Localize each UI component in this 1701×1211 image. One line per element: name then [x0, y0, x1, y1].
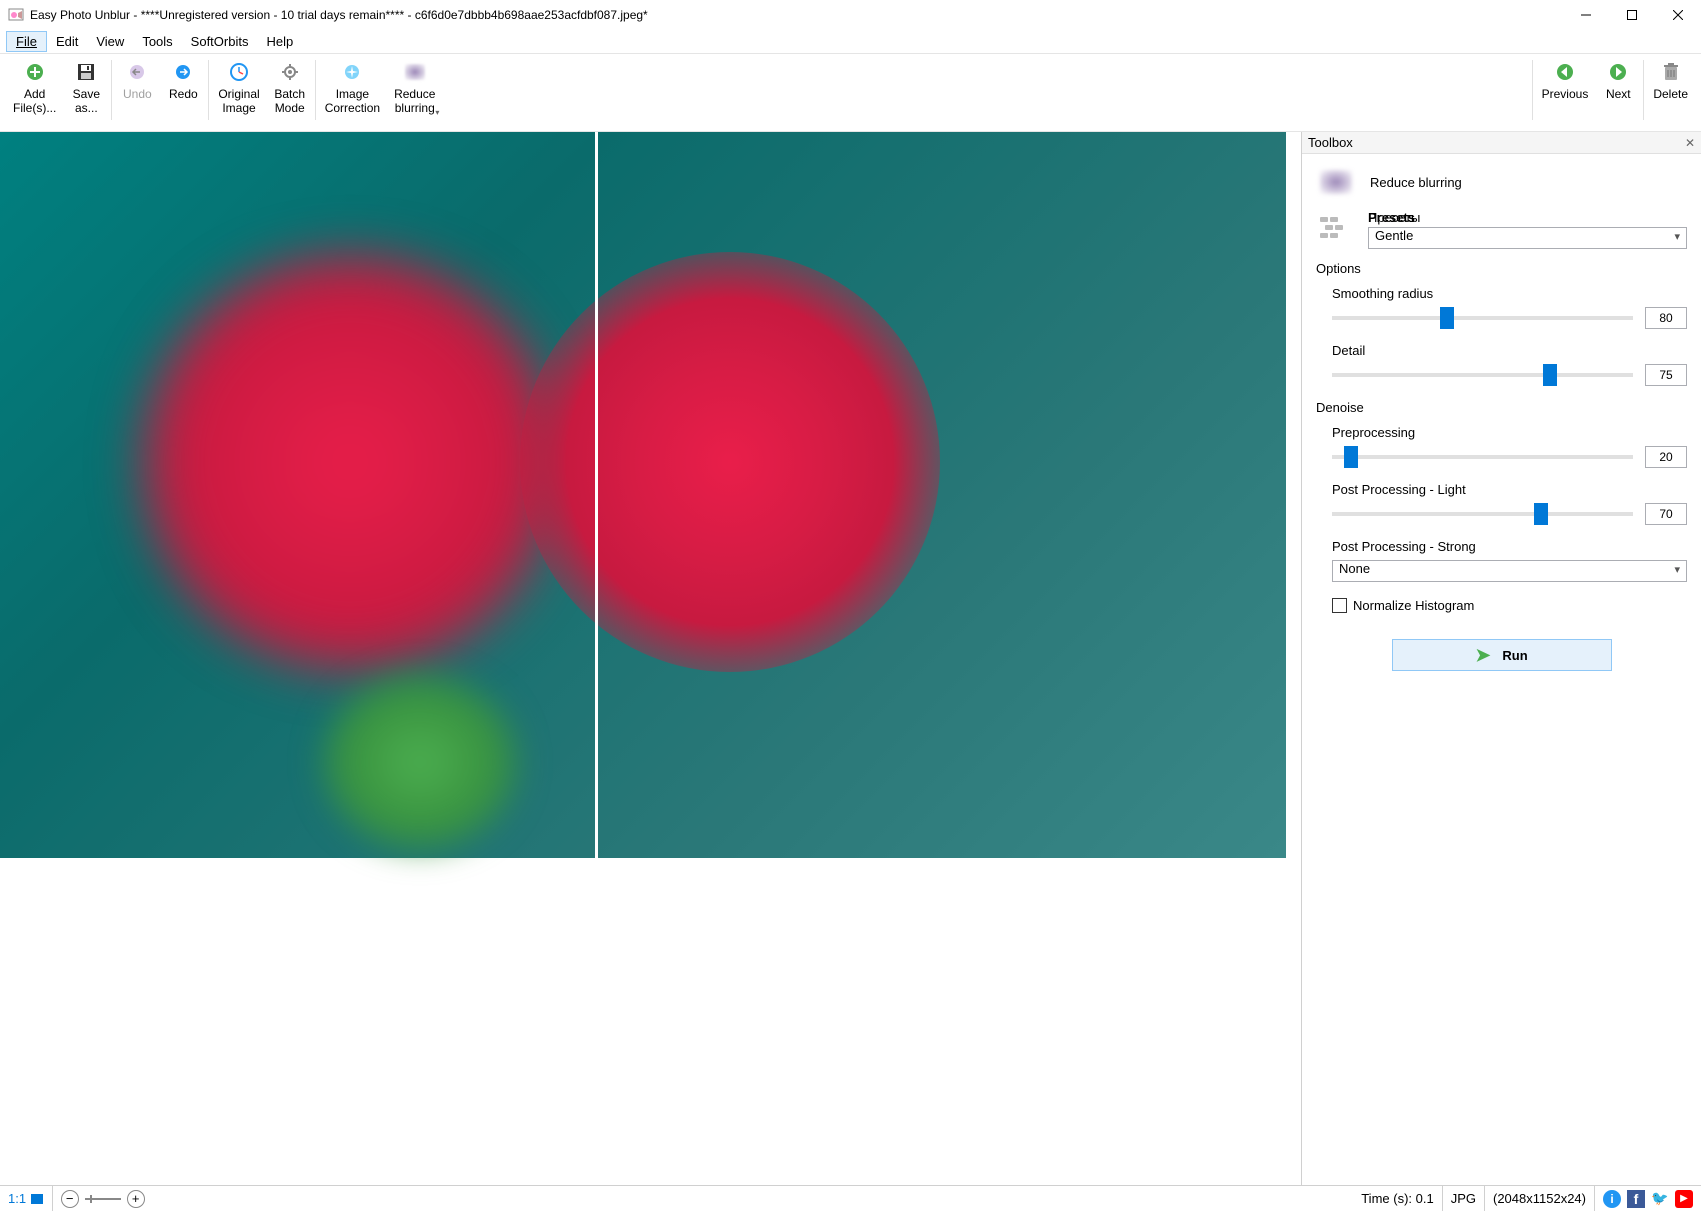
- comparison-divider[interactable]: [595, 132, 598, 858]
- blur-icon: [1320, 170, 1352, 194]
- zoom-out-button[interactable]: −: [61, 1190, 79, 1208]
- status-bar: 1:1 − + Time (s): 0.1 JPG (2048x1152x24)…: [0, 1185, 1701, 1211]
- detail-value[interactable]: 75: [1645, 364, 1687, 386]
- reduce-blurring-button[interactable]: Reduce blurring ▾: [387, 56, 442, 120]
- add-icon: [25, 63, 45, 81]
- previous-icon: [1555, 63, 1575, 81]
- undo-button[interactable]: Undo: [114, 56, 160, 106]
- blur-icon: [405, 64, 425, 80]
- post-light-label: Post Processing - Light: [1332, 482, 1687, 497]
- toolbox-section-title: Reduce blurring: [1370, 175, 1462, 190]
- maximize-button[interactable]: [1609, 0, 1655, 30]
- smoothing-radius-value[interactable]: 80: [1645, 307, 1687, 329]
- batch-mode-button[interactable]: Batch Mode: [267, 56, 313, 120]
- menu-file[interactable]: File: [6, 31, 47, 52]
- post-light-slider[interactable]: [1332, 512, 1633, 516]
- zoom-ratio: 1:1: [8, 1191, 26, 1206]
- smoothing-radius-slider[interactable]: [1332, 316, 1633, 320]
- previous-button[interactable]: Previous: [1535, 56, 1596, 106]
- next-button[interactable]: Next: [1595, 56, 1641, 106]
- status-time: Time (s): 0.1: [1353, 1186, 1442, 1211]
- redo-icon: [174, 64, 192, 80]
- save-as-button[interactable]: Save as...: [63, 56, 109, 120]
- youtube-icon[interactable]: ▶: [1675, 1190, 1693, 1208]
- options-label: Options: [1316, 261, 1687, 276]
- denoise-label: Denoise: [1316, 400, 1687, 415]
- smoothing-radius-label: Smoothing radius: [1332, 286, 1687, 301]
- presets-label: Пресеты Presets: [1368, 210, 1687, 225]
- dropdown-arrow-icon[interactable]: ▾: [435, 108, 439, 117]
- save-icon: [77, 63, 95, 81]
- toolbox-title: Toolbox: [1308, 135, 1685, 150]
- post-strong-select[interactable]: None: [1332, 560, 1687, 582]
- add-files-button[interactable]: Add File(s)...: [6, 56, 63, 120]
- fit-icon[interactable]: [30, 1193, 44, 1205]
- app-icon: [8, 7, 24, 23]
- original-image-button[interactable]: Original Image: [211, 56, 266, 120]
- detail-label: Detail: [1332, 343, 1687, 358]
- presets-select[interactable]: Gentle: [1368, 227, 1687, 249]
- presets-icon: [1318, 215, 1352, 245]
- detail-slider[interactable]: [1332, 373, 1633, 377]
- trash-icon: [1662, 62, 1680, 82]
- zoom-in-button[interactable]: +: [127, 1190, 145, 1208]
- close-button[interactable]: [1655, 0, 1701, 30]
- next-icon: [1608, 63, 1628, 81]
- menu-view[interactable]: View: [87, 32, 133, 51]
- menu-bar: File Edit View Tools SoftOrbits Help: [0, 30, 1701, 54]
- status-format: JPG: [1443, 1186, 1485, 1211]
- minimize-button[interactable]: [1563, 0, 1609, 30]
- clock-icon: [229, 63, 249, 81]
- menu-softorbits[interactable]: SoftOrbits: [182, 32, 258, 51]
- info-icon[interactable]: i: [1603, 1190, 1621, 1208]
- toolbox-panel: Toolbox ✕ Reduce blurring Пресеты Preset…: [1301, 132, 1701, 1185]
- toolbox-close-button[interactable]: ✕: [1685, 136, 1695, 150]
- twitter-icon[interactable]: 🐦: [1651, 1190, 1669, 1208]
- preprocessing-value[interactable]: 20: [1645, 446, 1687, 468]
- title-bar: Easy Photo Unblur - ****Unregistered ver…: [0, 0, 1701, 30]
- post-strong-label: Post Processing - Strong: [1332, 539, 1687, 554]
- image-correction-button[interactable]: Image Correction: [318, 56, 387, 120]
- redo-button[interactable]: Redo: [160, 56, 206, 106]
- zoom-slider[interactable]: [85, 1198, 121, 1200]
- toolbar: Add File(s)... Save as... Undo Redo Orig…: [0, 54, 1701, 132]
- menu-edit[interactable]: Edit: [47, 32, 87, 51]
- gear-icon: [280, 63, 300, 81]
- image-preview-area[interactable]: [0, 132, 1301, 1185]
- facebook-icon[interactable]: f: [1627, 1190, 1645, 1208]
- normalize-label: Normalize Histogram: [1353, 598, 1474, 613]
- window-title: Easy Photo Unblur - ****Unregistered ver…: [30, 8, 1563, 22]
- preprocessing-slider[interactable]: [1332, 455, 1633, 459]
- status-dimensions: (2048x1152x24): [1485, 1186, 1595, 1211]
- normalize-checkbox[interactable]: [1332, 598, 1347, 613]
- preprocessing-label: Preprocessing: [1332, 425, 1687, 440]
- sparkle-icon: [342, 63, 362, 81]
- post-light-value[interactable]: 70: [1645, 503, 1687, 525]
- menu-tools[interactable]: Tools: [133, 32, 181, 51]
- run-button[interactable]: ➤ Run: [1392, 639, 1612, 671]
- undo-icon: [128, 64, 146, 80]
- preview-image: [0, 132, 1286, 858]
- run-arrow-icon: ➤: [1475, 645, 1490, 666]
- menu-help[interactable]: Help: [257, 32, 302, 51]
- delete-button[interactable]: Delete: [1646, 56, 1695, 106]
